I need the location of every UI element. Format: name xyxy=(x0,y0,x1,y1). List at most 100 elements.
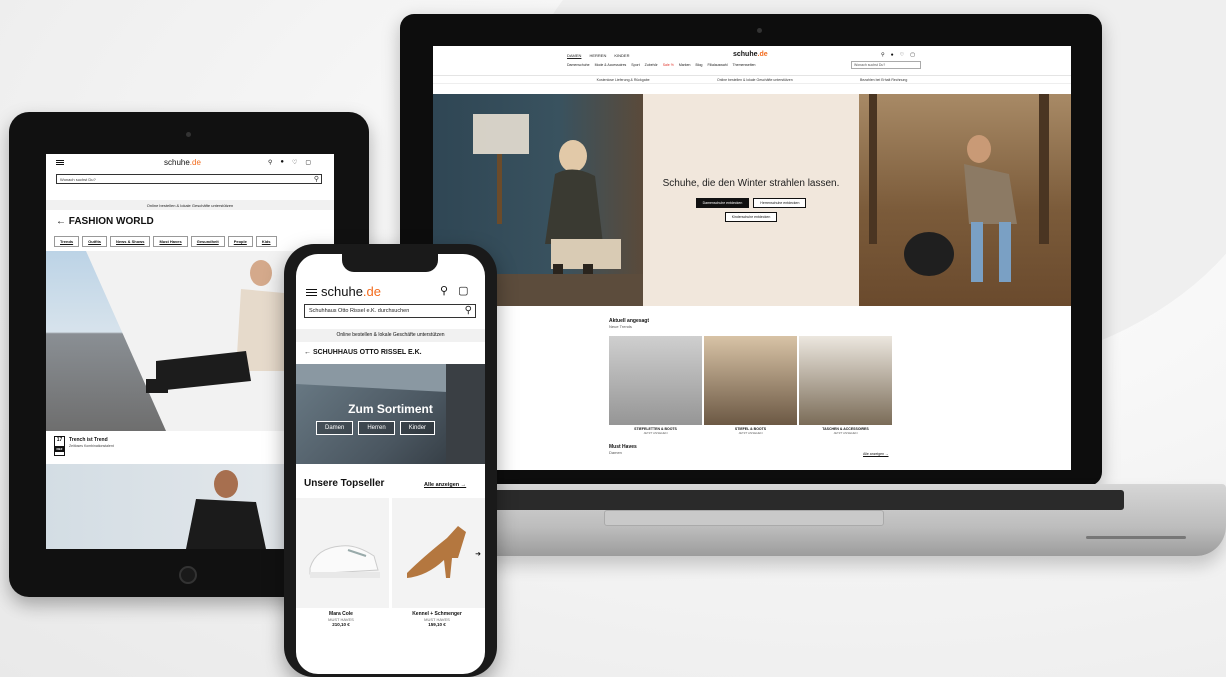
nav-item[interactable]: Themenwelten xyxy=(733,63,756,67)
location-icon[interactable]: ● xyxy=(280,159,284,166)
laptop-header: DAMEN HERREN KINDER schuhe.de ⚲ ● ♡ ▢ Da… xyxy=(433,46,1071,76)
search-input[interactable]: Wonach suchst Du? ⚲ xyxy=(56,174,322,184)
category-tabs: Trends Outfits News & Shows Must Haves G… xyxy=(54,236,277,247)
hero-title: Schuhe, die den Winter strahlen lassen. xyxy=(662,178,840,189)
account-icon[interactable]: ⚲ xyxy=(268,159,272,166)
tab-kids[interactable]: Kids xyxy=(255,236,277,247)
nav-item[interactable]: Damenschuhe xyxy=(567,63,590,67)
search-placeholder: Wonach suchst Du? xyxy=(60,177,96,182)
tab-outfits[interactable]: Outfits xyxy=(82,236,108,247)
women-shoes-button[interactable]: Damenschuhe entdecken xyxy=(695,198,750,208)
menu-icon[interactable] xyxy=(306,289,317,296)
header-icons: ⚲ ▢ xyxy=(440,284,468,297)
header-icons: ⚲ ● ♡ ▢ xyxy=(881,52,915,58)
store-title: ← SCHUHHAUS OTTO RISSEL E.K. xyxy=(304,349,422,356)
kids-shoes-button[interactable]: Kinderschuhe entdecken xyxy=(724,212,778,222)
search-icon[interactable]: ⚲ xyxy=(465,305,472,316)
tile-sub: JETZT ANSEHEN xyxy=(738,431,763,435)
tab-trends[interactable]: Trends xyxy=(54,236,80,247)
product-info: Mara Cole MUST HAVES 210,10 € xyxy=(296,611,386,627)
article-title[interactable]: Trench ist Trend xyxy=(69,437,108,443)
laptop-screen: DAMEN HERREN KINDER schuhe.de ⚲ ● ♡ ▢ Da… xyxy=(433,46,1071,470)
tab-herren[interactable]: HERREN xyxy=(589,53,606,58)
page-title: ← FASHION WORLD xyxy=(56,216,154,227)
section-subtitle: Neue Trends xyxy=(609,324,632,329)
cart-icon[interactable]: ▢ xyxy=(458,284,468,297)
trend-tile[interactable]: STIEFELETTEN & BOOTS JETZT ANSEHEN xyxy=(609,336,702,438)
wishlist-icon[interactable]: ♡ xyxy=(900,52,904,58)
account-icon[interactable]: ⚲ xyxy=(440,284,448,297)
tab-people[interactable]: People xyxy=(227,236,253,247)
device-mockup-stage: DAMEN HERREN KINDER schuhe.de ⚲ ● ♡ ▢ Da… xyxy=(0,0,1226,677)
date-day: 17 xyxy=(56,437,63,443)
logo[interactable]: schuhe.de xyxy=(321,284,381,299)
service-strip: Online bestellen & lokale Geschäfte unte… xyxy=(296,329,485,342)
logo-accent: .de xyxy=(757,51,768,58)
product-info: Kennel + Schmenger MUST HAVES 159,10 € xyxy=(392,611,482,627)
cart-icon[interactable]: ▢ xyxy=(305,159,311,166)
logo-accent: .de xyxy=(189,158,201,167)
cart-icon[interactable]: ▢ xyxy=(910,52,915,58)
trends-heading: Aktuell angesagt Neue Trends xyxy=(609,318,649,329)
trend-tile[interactable]: STIEFEL & BOOTS JETZT ANSEHEN xyxy=(704,336,797,438)
search-input[interactable]: Schuhhaus Otto Rissel e.K. durchsuchen ⚲ xyxy=(304,304,476,318)
touchpad xyxy=(604,510,884,526)
laptop-camera xyxy=(757,28,762,33)
tab-damen[interactable]: DAMEN xyxy=(567,53,581,58)
men-shoes-button[interactable]: Herrenschuhe entdecken xyxy=(753,198,807,208)
phone-screen: schuhe.de ⚲ ▢ Schuhhaus Otto Rissel e.K.… xyxy=(296,254,485,674)
nav-item[interactable]: Zubehör xyxy=(645,63,658,67)
wishlist-icon[interactable]: ♡ xyxy=(292,159,297,166)
menu-icon[interactable] xyxy=(56,160,64,165)
assortment-banner: Zum Sortiment Damen Herren Kinder xyxy=(296,364,485,464)
show-all-link[interactable]: Alle anzeigen → xyxy=(863,452,889,456)
article-caption: 17 DEZ Trench ist Trend Zeitloses Kombinat… xyxy=(54,436,114,456)
tab-news[interactable]: News & Shows xyxy=(110,236,151,247)
main-nav: Damenschuhe Mode & Accessoires Sport Zub… xyxy=(567,63,756,67)
laptop: DAMEN HERREN KINDER schuhe.de ⚲ ● ♡ ▢ Da… xyxy=(400,14,1102,486)
nav-item[interactable]: Marken xyxy=(679,63,691,67)
section-subtitle: Damen xyxy=(609,450,622,455)
logo[interactable]: schuhe.de xyxy=(733,51,768,58)
nav-item[interactable]: Mode & Accessoires xyxy=(595,63,627,67)
tab-kinder[interactable]: KINDER xyxy=(614,53,629,58)
product-carousel: ➜ xyxy=(296,498,485,608)
store-title-text: SCHUHHAUS OTTO RISSEL E.K. xyxy=(312,349,422,356)
product-card[interactable] xyxy=(296,498,389,608)
nav-item[interactable]: Blog xyxy=(695,63,702,67)
phone-header: schuhe.de ⚲ ▢ xyxy=(296,280,485,304)
search-icon[interactable]: ⚲ xyxy=(314,175,319,183)
product-card[interactable]: ➜ xyxy=(392,498,485,608)
logo[interactable]: schuhe.de xyxy=(164,158,201,167)
banner-buttons: Damen Herren Kinder xyxy=(316,421,436,435)
show-all-link[interactable]: Alle anzeigen → xyxy=(424,482,466,488)
service-item: Kostenlose Lieferung & Rückgabe xyxy=(596,77,650,82)
account-icon[interactable]: ⚲ xyxy=(881,52,885,58)
service-strip: Online bestellen & lokale Geschäfte unte… xyxy=(46,200,334,210)
carousel-next-icon[interactable]: ➜ xyxy=(475,550,481,558)
logo-accent: .de xyxy=(362,284,381,299)
kids-button[interactable]: Kinder xyxy=(399,421,436,435)
article-text: Trench ist Trend Zeitloses Kombinationsta… xyxy=(69,437,114,456)
trend-tile[interactable]: TASCHEN & ACCESSOIRES JETZT ANSEHEN xyxy=(799,336,892,438)
keyboard xyxy=(474,490,1124,510)
must-haves-heading: Must Haves Damen xyxy=(609,444,637,455)
nav-item[interactable]: Sport xyxy=(631,63,639,67)
hero-text-panel: Schuhe, die den Winter strahlen lassen. … xyxy=(643,94,859,306)
heel-image xyxy=(407,526,466,578)
service-strip: Kostenlose Lieferung & Rückgabe Online b… xyxy=(433,76,1071,84)
location-icon[interactable]: ● xyxy=(891,52,894,58)
men-button[interactable]: Herren xyxy=(358,421,395,435)
article-subtitle: Zeitloses Kombinationstalent xyxy=(69,444,114,448)
tab-must-haves[interactable]: Must Haves xyxy=(153,236,188,247)
hero-banner: Schuhe, die den Winter strahlen lassen. … xyxy=(433,94,1071,306)
search-input[interactable]: Wonach suchst Du? xyxy=(851,61,921,69)
nav-item-sale[interactable]: Sale % xyxy=(663,63,674,67)
nav-item[interactable]: Filialauswahl xyxy=(708,63,728,67)
article-date: 17 DEZ xyxy=(54,436,65,456)
tablet-home-button xyxy=(179,566,197,584)
laptop-slot xyxy=(1086,536,1186,539)
tab-gesundheit[interactable]: Gesundheit xyxy=(190,236,225,247)
women-button[interactable]: Damen xyxy=(316,421,354,435)
logo-text: schuhe xyxy=(733,51,758,58)
